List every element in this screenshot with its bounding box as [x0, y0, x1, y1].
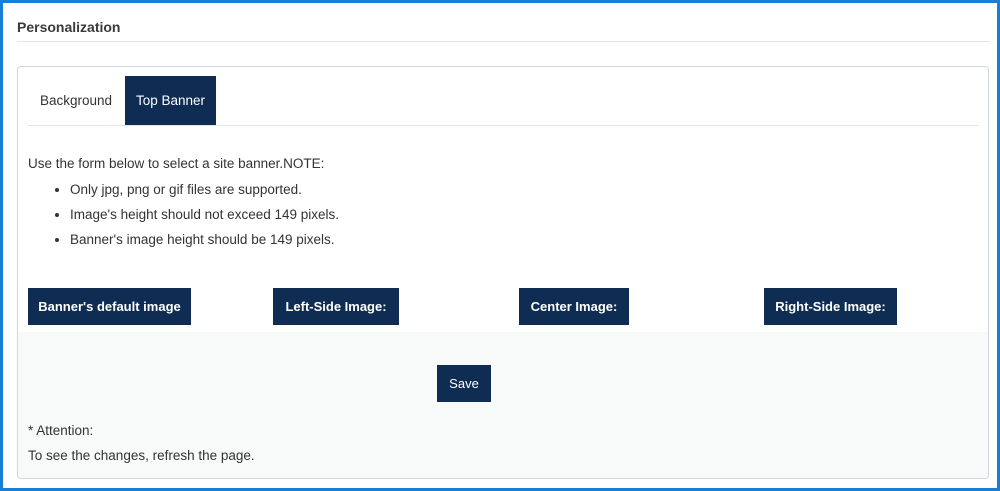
tab-top-banner[interactable]: Top Banner: [125, 76, 217, 125]
list-item: Banner's image height should be 149 pixe…: [70, 227, 339, 252]
list-item: Only jpg, png or gif files are supported…: [70, 177, 339, 202]
title-divider: [17, 41, 990, 42]
tab-background[interactable]: Background: [29, 76, 123, 125]
page-title: Personalization: [17, 19, 121, 35]
refresh-note: To see the changes, refresh the page.: [28, 448, 255, 463]
personalization-panel: Background Top Banner Use the form below…: [17, 66, 989, 479]
list-item: Image's height should not exceed 149 pix…: [70, 202, 339, 227]
left-side-image-button[interactable]: Left-Side Image:: [273, 288, 399, 325]
tab-bar: Background Top Banner: [28, 76, 979, 126]
notes-list: Only jpg, png or gif files are supported…: [28, 177, 339, 252]
attention-label: * Attention:: [28, 423, 94, 438]
window-frame: Personalization Background Top Banner Us…: [0, 0, 1000, 491]
center-image-button[interactable]: Center Image:: [519, 288, 629, 325]
save-button[interactable]: Save: [437, 365, 491, 402]
banner-default-image-button[interactable]: Banner's default image: [28, 288, 191, 325]
right-side-image-button[interactable]: Right-Side Image:: [764, 288, 897, 325]
intro-text: Use the form below to select a site bann…: [28, 156, 325, 171]
